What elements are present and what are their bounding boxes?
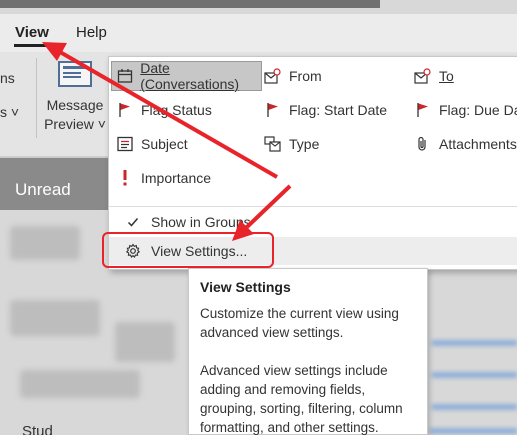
active-tab-underline — [14, 44, 48, 47]
from-person-icon — [263, 67, 283, 85]
view-settings-item[interactable]: View Settings... — [109, 237, 517, 265]
unread-filter[interactable]: Unread — [15, 180, 71, 200]
blurred-message — [20, 370, 140, 398]
blurred-message — [10, 226, 80, 260]
arrange-subject-label: Subject — [141, 136, 188, 152]
exclamation-icon — [115, 169, 135, 187]
gear-icon — [123, 243, 143, 259]
tooltip-title: View Settings — [200, 279, 291, 295]
blurred-message — [115, 322, 175, 362]
blurred-link — [432, 340, 517, 346]
to-person-icon — [413, 67, 433, 85]
message-preview-label-2: Preview ˅ — [44, 116, 106, 132]
arrange-importance-label: Importance — [141, 170, 212, 186]
arrange-date-label: Date (Conversations) — [140, 60, 240, 92]
message-preview-icon[interactable] — [58, 61, 92, 87]
ribbon-fragment-top[interactable]: ns — [0, 70, 15, 86]
arrange-attachments-label: Attachments — [439, 136, 517, 152]
menu-separator — [109, 206, 517, 207]
arrange-type-label: Type — [289, 136, 320, 152]
arrange-from-label: From — [289, 68, 322, 84]
tab-view[interactable]: View — [15, 24, 49, 41]
message-preview-button[interactable]: Message Preview ˅ — [44, 96, 106, 134]
arrange-flag-status[interactable]: Flag Status — [115, 95, 212, 125]
show-in-groups-label: Show in Groups — [151, 214, 251, 230]
subject-lines-icon — [115, 135, 135, 153]
ribbon-fragment-bottom[interactable]: s ˅ — [0, 104, 19, 120]
arrange-subject[interactable]: Subject — [115, 129, 188, 159]
view-settings-tooltip: View Settings Customize the current view… — [188, 268, 428, 435]
flag-icon — [413, 101, 433, 119]
arrange-flag-start-date[interactable]: Flag: Start Date — [263, 95, 387, 125]
tooltip-description: Customize the current view using advance… — [200, 306, 399, 340]
arrangement-dropdown: Date (Conversations) From To Flag Status… — [108, 56, 517, 270]
arrange-from[interactable]: From — [263, 61, 322, 91]
ribbon-separator — [36, 58, 37, 138]
flag-icon — [263, 101, 283, 119]
paperclip-icon — [413, 135, 433, 153]
calendar-icon — [116, 67, 134, 85]
arrange-to-label: To — [439, 68, 454, 84]
menubar: View Help — [0, 14, 517, 52]
blurred-link — [430, 428, 517, 434]
arrange-importance[interactable]: Importance — [115, 163, 211, 193]
arrange-to[interactable]: To — [413, 61, 454, 91]
arrange-date-conversations[interactable]: Date (Conversations) — [111, 60, 262, 92]
arrange-flag-start-label: Flag: Start Date — [289, 102, 388, 118]
blurred-message — [10, 300, 100, 336]
titlebar-strip — [0, 0, 380, 8]
arrange-flag-status-label: Flag Status — [141, 102, 212, 118]
show-in-groups-item[interactable]: Show in Groups — [109, 208, 517, 236]
partial-sender-text: Stud — [22, 423, 53, 435]
blurred-link — [432, 372, 517, 378]
tooltip-details: Advanced view settings include adding an… — [200, 363, 403, 435]
checkmark-icon — [123, 216, 143, 228]
arrange-flag-due-label: Flag: Due Dat — [439, 102, 517, 118]
arrange-type[interactable]: Type — [263, 129, 319, 159]
arrange-flag-due-date[interactable]: Flag: Due Dat — [413, 95, 517, 125]
blurred-link — [432, 404, 517, 410]
flag-icon — [115, 101, 135, 119]
message-preview-label-1: Message — [46, 97, 104, 113]
tab-help[interactable]: Help — [76, 24, 107, 41]
view-settings-label: View Settings... — [151, 243, 248, 259]
arrange-attachments[interactable]: Attachments — [413, 129, 517, 159]
type-icon — [263, 135, 283, 153]
